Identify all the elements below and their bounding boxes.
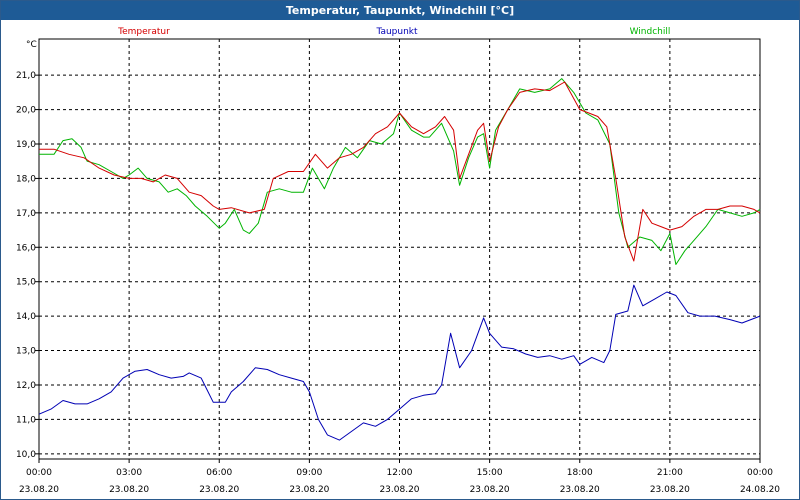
y-tick-label: 17,0 [16, 209, 36, 219]
x-tick-date-label: 23.08.20 [650, 485, 690, 495]
legend-entry-taupunkt: Taupunkt [375, 27, 418, 37]
x-tick-date-label: 23.08.20 [109, 485, 149, 495]
line-chart: 10,0 11,0 12,0 13,0 14,0 15,0 16,0 17,0 18,0 19,0… [16, 27, 780, 495]
y-axis: 10,0 11,0 12,0 13,0 14,0 15,0 16,0 17,0 18,0 19,0… [16, 71, 39, 460]
series-lines [38, 78, 761, 441]
x-tick-time-label: 12:00 [387, 468, 413, 478]
x-tick-time-label: 15:00 [477, 468, 503, 478]
x-tick-time-label: 03:00 [116, 468, 142, 478]
x-tick-date-label: 23.08.20 [560, 485, 600, 495]
y-tick-label: 14,0 [16, 312, 36, 322]
y-tick-label: 10,0 [16, 450, 36, 460]
x-tick-time-label: 18:00 [567, 468, 593, 478]
chart-grid [39, 39, 760, 459]
y-tick-label: 21,0 [16, 71, 36, 81]
y-tick-label: 15,0 [16, 278, 36, 288]
x-tick-date-label: 23.08.20 [379, 485, 419, 495]
y-tick-label: 18,0 [16, 174, 36, 184]
x-tick-date-label: 23.08.20 [19, 485, 59, 495]
y-tick-label: 13,0 [16, 347, 36, 357]
series-line-taupunkt [38, 284, 761, 441]
y-tick-label: 19,0 [16, 140, 36, 150]
y-tick-label: 20,0 [16, 106, 36, 116]
x-tick-date-label: 23.08.20 [470, 485, 510, 495]
x-tick-date-label: 23.08.20 [289, 485, 329, 495]
y-tick-label: 16,0 [16, 243, 36, 253]
legend-entry-windchill: Windchill [630, 27, 671, 37]
y-axis-unit-label: °C [26, 40, 37, 50]
x-axis: 00:00 23.08.20 03:00 23.08.20 06:00 23.08.20 0… [19, 459, 780, 495]
legend: Temperatur Taupunkt Windchill [117, 27, 670, 37]
x-tick-time-label: 00:00 [747, 468, 773, 478]
x-tick-date-label: 24.08.20 [740, 485, 780, 495]
x-tick-time-label: 21:00 [657, 468, 683, 478]
x-tick-time-label: 09:00 [296, 468, 322, 478]
y-tick-label: 11,0 [16, 415, 36, 425]
y-tick-label: 12,0 [16, 381, 36, 391]
x-tick-date-label: 23.08.20 [199, 485, 239, 495]
x-tick-time-label: 06:00 [206, 468, 232, 478]
x-tick-time-label: 00:00 [26, 468, 52, 478]
legend-entry-temperatur: Temperatur [117, 27, 170, 37]
